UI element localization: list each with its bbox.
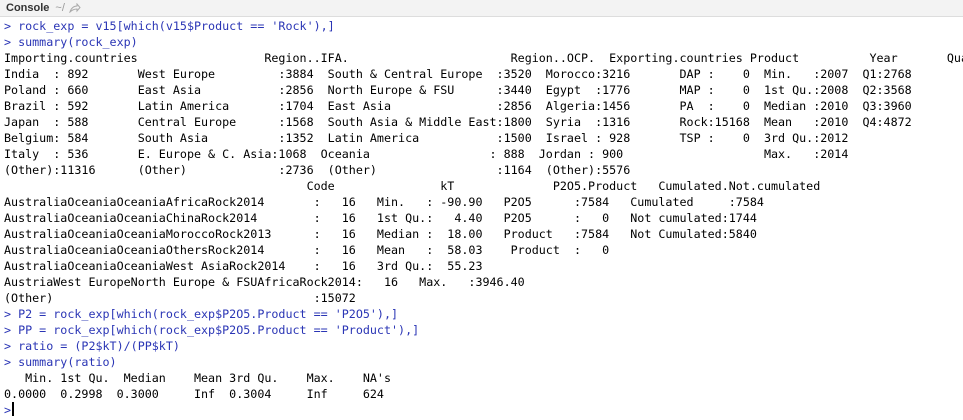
console-output-line: AustraliaOceaniaOceaniaChinaRock2014 : 1… — [4, 211, 757, 225]
console-header: Console ~/ — [0, 0, 963, 17]
console-output-line: AustraliaOceaniaOceaniaWest AsiaRock2014… — [4, 259, 483, 273]
console-output-line: AustraliaOceaniaOceaniaOthersRock2014 : … — [4, 243, 610, 257]
console-output-line: 0.0000 0.2998 0.3000 Inf 0.3004 Inf 624 — [4, 387, 384, 401]
console-output-line: Belgium: 584 South Asia :1352 Latin Amer… — [4, 131, 849, 145]
console-output-line: AustraliaOceaniaOceaniaMoroccoRock2013 :… — [4, 227, 757, 241]
console-output-line: AustraliaOceaniaOceaniaAfricaRock2014 : … — [4, 195, 764, 209]
console-command-line: > rock_exp = v15[which(v15$Product == 'R… — [4, 19, 335, 33]
console-output-line: Brazil : 592 Latin America :1704 East As… — [4, 99, 912, 113]
console-output-line: (Other):11316 (Other) :2736 (Other) :116… — [4, 163, 631, 177]
console-command-line: > PP = rock_exp[which(rock_exp$P2O5.Prod… — [4, 323, 420, 337]
console-command-line: > ratio = (P2$kT)/(PP$kT) — [4, 339, 180, 353]
console-prompt: > — [4, 403, 12, 417]
console-output-line: Min. 1st Qu. Median Mean 3rd Qu. Max. NA… — [4, 371, 392, 385]
console-title: Console — [6, 2, 50, 14]
console-command-line: > P2 = rock_exp[which(rock_exp$P2O5.Prod… — [4, 307, 399, 321]
text-cursor — [12, 402, 14, 416]
console-command-line: > summary(ratio) — [4, 355, 117, 369]
console-output-line: Importing.countries Region..IFA. Region.… — [4, 51, 963, 65]
console-output-line: AustriaWest EuropeNorth Europe & FSUAfri… — [4, 275, 525, 289]
console-output[interactable]: > rock_exp = v15[which(v15$Product == 'R… — [4, 18, 963, 420]
console-output-line: Italy : 536 E. Europe & C. Asia:1068 Oce… — [4, 147, 849, 161]
console-pane: Console ~/ > rock_exp = v15[which(v15$Pr… — [0, 0, 963, 420]
console-output-line: India : 892 West Europe :3884 South & Ce… — [4, 67, 912, 81]
console-output-line: Japan : 588 Central Europe :1568 South A… — [4, 115, 912, 129]
console-output-line: Code kT P2O5.Product Cumulated.Not.cumul… — [4, 179, 821, 193]
console-output-line: (Other) :15072 — [4, 291, 356, 305]
console-output-line: Poland : 660 East Asia :2856 North Europ… — [4, 83, 912, 97]
console-prompt-line[interactable]: > — [4, 402, 963, 418]
share-arrow-icon[interactable] — [69, 3, 81, 13]
working-directory-path[interactable]: ~/ — [55, 2, 64, 14]
console-command-line: > summary(rock_exp) — [4, 35, 138, 49]
